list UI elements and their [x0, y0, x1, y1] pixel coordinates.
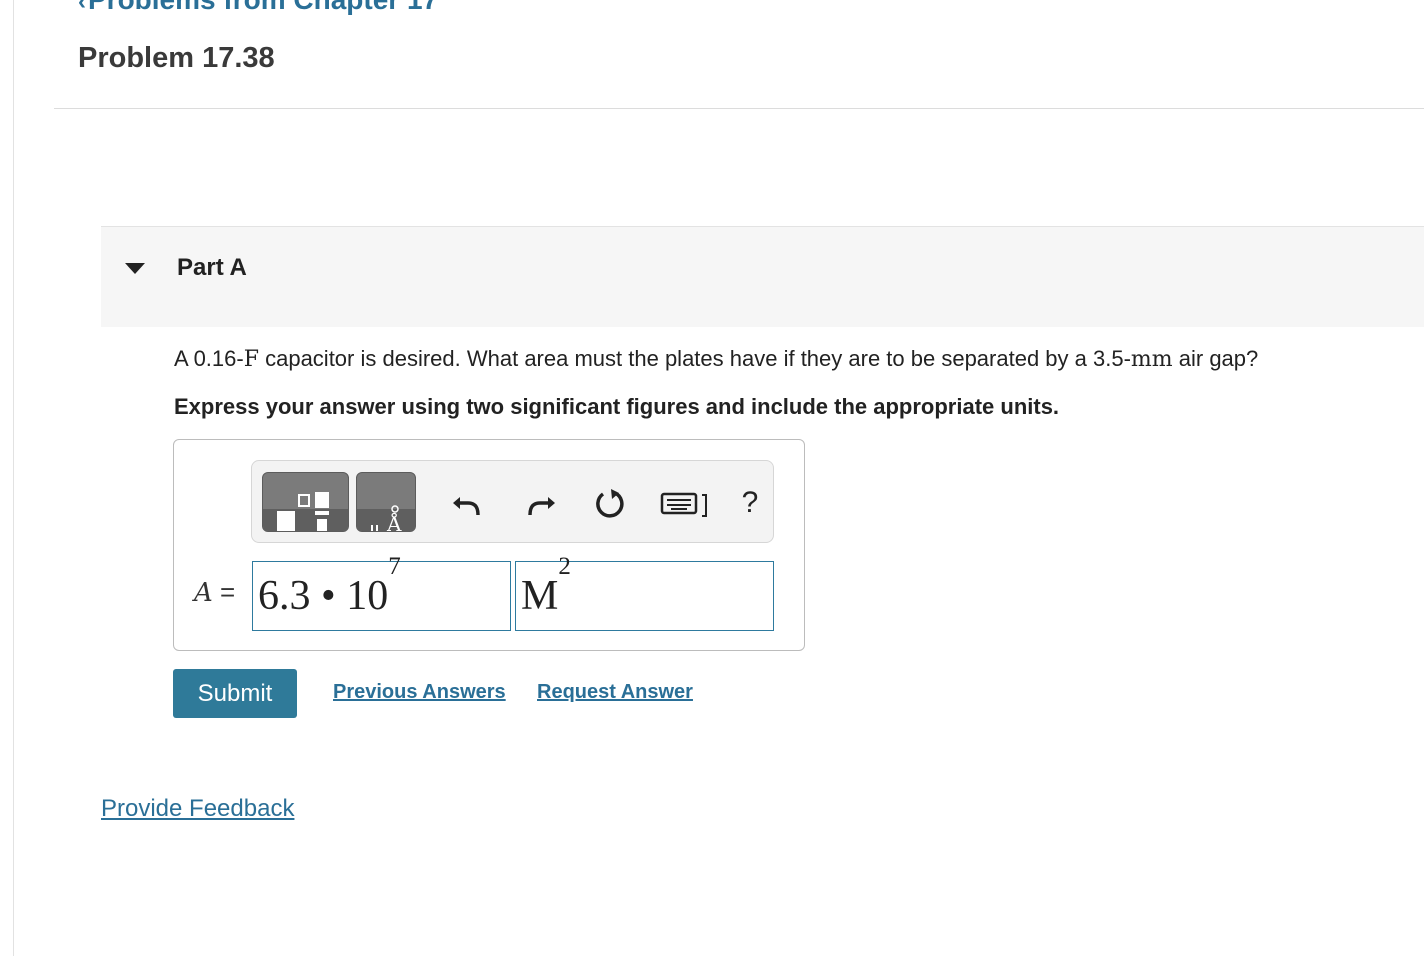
keyboard-icon[interactable]: [660, 485, 712, 521]
provide-feedback-link[interactable]: Provide Feedback: [101, 795, 294, 823]
request-answer-link[interactable]: Request Answer: [537, 681, 693, 704]
caret-down-icon[interactable]: [125, 263, 145, 274]
part-header[interactable]: Part A: [101, 226, 1424, 327]
instruction-text: Express your answer using two significan…: [174, 394, 1060, 419]
left-rule: [13, 0, 14, 956]
reset-icon[interactable]: [592, 485, 628, 521]
question-unit: mm: [1130, 347, 1173, 372]
back-link-label: Problems from Chapter 17: [88, 0, 438, 15]
previous-answers-link[interactable]: Previous Answers: [333, 681, 506, 704]
redo-icon[interactable]: [522, 485, 558, 521]
answer-variable-label: A =: [194, 577, 236, 608]
question-text-part: air gap?: [1172, 346, 1259, 371]
question-unit: F: [243, 347, 259, 372]
question-text-part: A 0.16-: [174, 346, 244, 371]
answer-unit-input[interactable]: M2: [515, 554, 774, 631]
question-text: A 0.16-F capacitor is desired. What area…: [174, 346, 1258, 372]
math-toolbar: Å ?: [251, 460, 774, 543]
page-title: Problem 17.38: [78, 42, 275, 74]
divider: [54, 108, 1424, 109]
answer-box: Å ? A = 6.3 • 107 M2: [173, 439, 805, 651]
templates-icon[interactable]: [262, 472, 349, 532]
svg-text:Å: Å: [386, 511, 402, 532]
question-text-part: capacitor is desired. What area must the…: [258, 346, 1131, 371]
units-icon[interactable]: Å: [356, 472, 416, 532]
help-icon[interactable]: ?: [738, 485, 762, 521]
back-to-chapter-link[interactable]: ‹Problems from Chapter 17: [78, 0, 438, 16]
part-title: Part A: [177, 254, 247, 281]
submit-button[interactable]: Submit: [173, 669, 297, 718]
undo-icon[interactable]: [450, 485, 486, 521]
chevron-left-icon: ‹: [78, 0, 86, 15]
answer-value-input[interactable]: 6.3 • 107: [252, 554, 511, 631]
